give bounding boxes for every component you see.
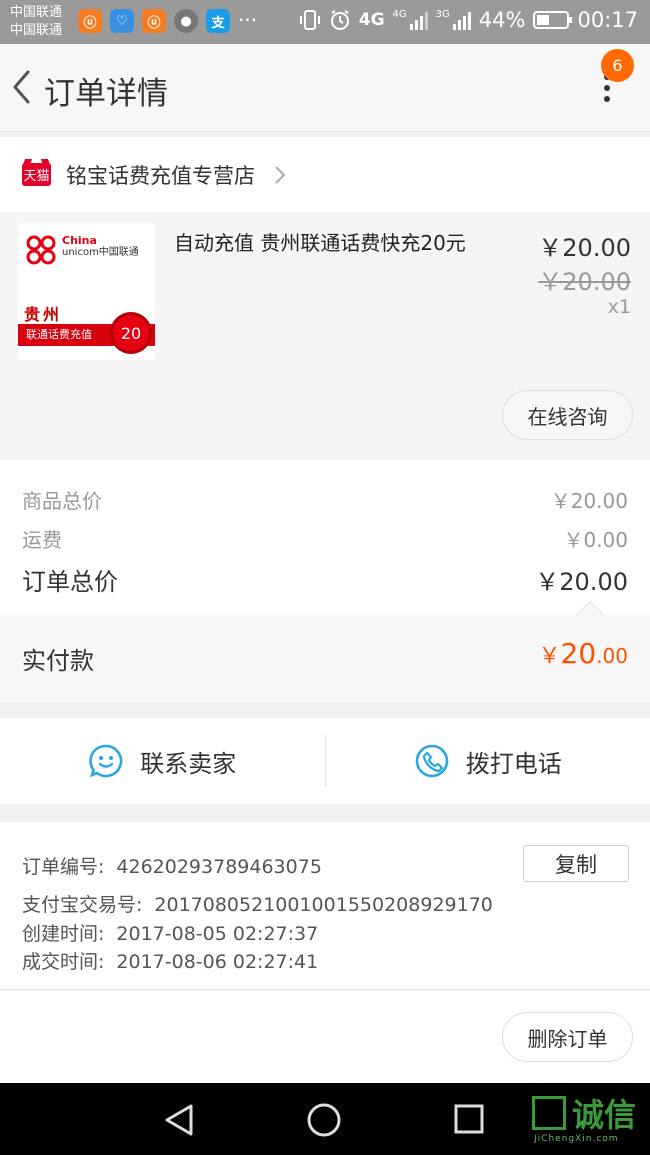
order-total-label: 订单总价 <box>22 568 118 596</box>
store-row[interactable]: 天猫 铭宝话费充值专营店 <box>0 137 650 212</box>
message-count-badge: 6 <box>601 49 634 82</box>
product-thumbnail[interactable]: China unicom中国联通 贵州 联通话费充值 20 <box>18 223 155 360</box>
battery-icon <box>533 11 573 29</box>
copy-button[interactable]: 复制 <box>523 845 629 882</box>
delete-order-button[interactable]: 删除订单 <box>502 1012 633 1062</box>
product-price: ￥20.00 <box>538 234 631 262</box>
call-phone-label: 拨打电话 <box>465 749 562 778</box>
nav-recents-icon[interactable] <box>453 1103 485 1135</box>
order-number-label: 订单编号: <box>22 856 105 878</box>
chevron-right-icon <box>275 165 286 184</box>
vibrate-icon <box>299 10 320 30</box>
product-original-price: ￥20.00 <box>538 268 631 296</box>
order-number-line: 订单编号: 42620293789463075 <box>22 852 322 879</box>
avatar-icon: ● <box>174 9 198 33</box>
created-time-label: 创建时间: <box>22 923 105 945</box>
watermark-subtext: JiChengXin.com <box>534 1134 619 1144</box>
alipay-number-line: 支付宝交易号: 2017080521001001550208929170 <box>22 890 493 917</box>
product-name[interactable]: 自动充值 贵州联通话费快充20元 <box>174 227 466 256</box>
notification-icons: ⓤ ♡ ⓤ ● 支 ··· <box>78 9 257 33</box>
clock: 00:17 <box>577 8 638 32</box>
store-name: 铭宝话费充值专营店 <box>66 163 255 188</box>
order-info-section: 订单编号: 42620293789463075 复制 支付宝交易号: 2017080… <box>0 822 650 990</box>
order-total-value: ￥20.00 <box>535 568 628 596</box>
battery-percent: 44% <box>478 8 526 32</box>
contact-actions: 联系卖家 拨打电话 <box>0 718 650 804</box>
amount-paid-row: 实付款 ￥20.00 <box>0 600 650 703</box>
created-time-line: 创建时间: 2017-08-05 02:27:37 <box>22 919 318 946</box>
shipping-label: 运费 <box>22 528 62 552</box>
carrier-1: 中国联通 <box>10 5 63 20</box>
status-indicators: 4G 4G 3G 44% 00:17 <box>299 8 638 32</box>
brand-name-en: China <box>62 234 97 247</box>
alarm-icon <box>330 10 349 30</box>
amount-paid-label: 实付款 <box>22 647 94 675</box>
uc-browser-icon: ⓤ <box>142 9 166 33</box>
paid-currency: ￥ <box>538 644 561 669</box>
call-phone-button[interactable]: 拨打电话 <box>326 718 650 804</box>
more-notifications-icon: ··· <box>238 8 258 32</box>
alipay-number-label: 支付宝交易号: <box>22 894 143 916</box>
amount-paid-value: ￥20.00 <box>539 637 628 670</box>
network-type-1: 4G <box>358 10 385 30</box>
product-card[interactable]: China unicom中国联通 贵州 联通话费充值 20 自动充值 贵州联通话… <box>0 212 650 460</box>
created-time-value: 2017-08-05 02:27:37 <box>116 923 319 945</box>
watermark-text: 诚信 <box>572 1096 637 1134</box>
carrier-2: 中国联通 <box>10 23 63 38</box>
back-arrow-icon[interactable] <box>10 69 34 105</box>
uc-browser-icon: ⓤ <box>78 9 102 33</box>
alipay-icon: 支 <box>206 9 230 33</box>
brand-name: unicom中国联通 <box>62 247 139 258</box>
order-number-value: 42620293789463075 <box>116 856 322 878</box>
nav-home-icon[interactable] <box>306 1102 342 1138</box>
nav-back-icon[interactable] <box>163 1103 195 1137</box>
paid-integer: 20 <box>560 637 597 670</box>
shipping-value: ￥0.00 <box>563 528 628 552</box>
goods-total-value: ￥20.00 <box>550 489 628 513</box>
online-consult-button[interactable]: 在线咨询 <box>502 390 633 440</box>
goods-total-label: 商品总价 <box>22 489 102 513</box>
completed-time-line: 成交时间: 2017-08-06 02:27:41 <box>22 947 318 974</box>
status-bar: 中国联通 中国联通 ⓤ ♡ ⓤ ● 支 ··· 4G 4G 3G 44% 00:… <box>0 0 650 44</box>
bottom-action-bar: 删除订单 <box>0 991 650 1083</box>
completed-time-label: 成交时间: <box>22 951 105 973</box>
order-total-row: 订单总价 ￥20.00 <box>22 562 628 597</box>
page-title: 订单详情 <box>44 76 168 112</box>
alipay-number-value: 2017080521001001550208929170 <box>154 894 493 916</box>
shipping-row: 运费 ￥0.00 <box>22 524 628 553</box>
carrier-labels: 中国联通 中国联通 <box>10 4 62 40</box>
goods-total-row: 商品总价 ￥20.00 <box>22 485 628 514</box>
system-navigation-bar: 诚信 JiChengXin.com <box>0 1083 650 1155</box>
product-quantity: x1 <box>607 296 631 318</box>
paid-decimal: .00 <box>596 644 628 668</box>
health-icon: ♡ <box>110 9 134 33</box>
completed-time-value: 2017-08-06 02:27:41 <box>116 951 319 973</box>
contact-seller-button[interactable]: 联系卖家 <box>0 718 325 804</box>
signal-1-icon: 4G <box>393 10 428 30</box>
signal-2-icon: 3G <box>436 10 471 30</box>
province-label: 贵州 <box>24 305 63 324</box>
china-unicom-logo-icon <box>26 235 56 265</box>
tmall-badge: 天猫 <box>22 163 51 186</box>
chat-smile-icon <box>89 744 123 778</box>
battery-level <box>537 15 550 25</box>
price-summary: 商品总价 ￥20.00 运费 ￥0.00 订单总价 ￥20.00 <box>0 460 650 615</box>
watermark-mark-icon <box>532 1096 566 1130</box>
amount-seal: 20 <box>113 315 149 351</box>
phone-icon <box>415 744 449 778</box>
title-bar: 订单详情 6 <box>0 44 650 132</box>
contact-seller-label: 联系卖家 <box>140 749 237 778</box>
watermark-logo: 诚信 JiChengXin.com <box>532 1090 646 1148</box>
